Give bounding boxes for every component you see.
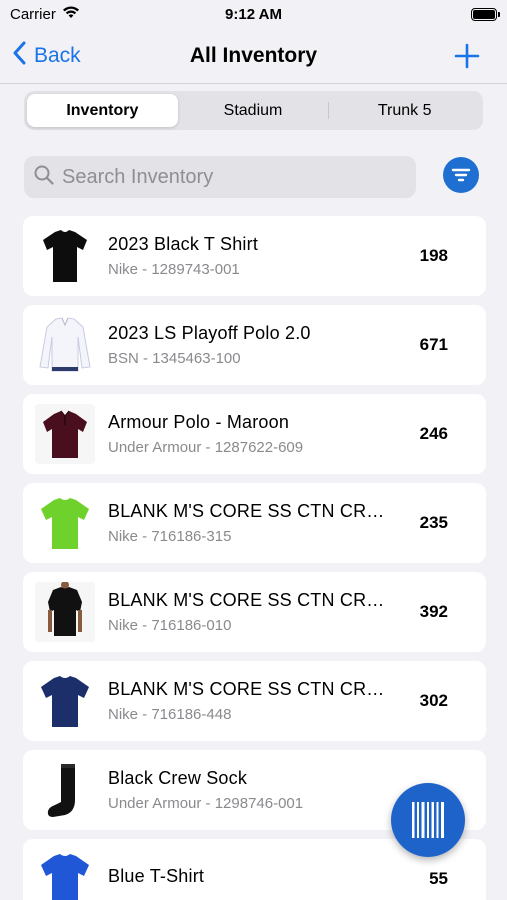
status-left: Carrier [10,5,80,23]
carrier-label: Carrier [10,5,56,23]
maroon-polo-icon [35,404,95,464]
inventory-row[interactable]: 2023 Black T Shirt Nike - 1289743-001 19… [23,216,486,296]
inventory-row[interactable]: BLANK M'S CORE SS CTN CRE... Nike - 7161… [23,661,486,741]
black-sock-icon [35,760,95,820]
add-button[interactable] [453,42,481,70]
item-name: 2023 LS Playoff Polo 2.0 [108,323,311,343]
filter-icon [451,168,471,182]
inventory-row[interactable]: BLANK M'S CORE SS CTN CRE... Nike - 7161… [23,483,486,563]
battery-icon [471,7,500,21]
page-title: All Inventory [189,43,318,67]
item-quantity: 235 [419,513,448,532]
item-quantity: 55 [429,869,448,888]
search-input[interactable] [62,165,416,189]
item-quantity: 392 [419,602,448,621]
item-quantity: 671 [419,335,448,354]
item-name: BLANK M'S CORE SS CTN CRE... [108,590,393,610]
search-bar [24,156,416,198]
scan-barcode-button[interactable] [391,783,465,857]
back-button[interactable]: Back [12,28,81,84]
black-tshirt-model-icon [35,582,95,642]
item-quantity: 198 [419,246,448,265]
tab-stadium[interactable]: Stadium [178,94,329,127]
search-icon [34,165,54,190]
status-bar: Carrier 9:12 AM [0,0,507,28]
tab-trunk-5[interactable]: Trunk 5 [329,94,480,127]
black-tshirt-icon [35,226,95,286]
navigation-bar: Back All Inventory [0,28,507,84]
barcode-icon [412,802,444,838]
item-name: Black Crew Sock [108,768,248,788]
item-quantity: 246 [419,424,448,443]
inventory-row[interactable]: Armour Polo - Maroon Under Armour - 1287… [23,394,486,474]
item-name: BLANK M'S CORE SS CTN CRE... [108,501,393,521]
inventory-row[interactable]: 2023 LS Playoff Polo 2.0 BSN - 1345463-1… [23,305,486,385]
inventory-row[interactable]: BLANK M'S CORE SS CTN CRE... Nike - 7161… [23,572,486,652]
navy-tshirt-icon [35,671,95,731]
item-name: Armour Polo - Maroon [108,412,290,432]
item-name: Blue T-Shirt [108,865,205,886]
tab-inventory[interactable]: Inventory [27,94,178,127]
plus-icon [454,43,480,69]
green-tshirt-icon [35,493,95,553]
item-name: BLANK M'S CORE SS CTN CRE... [108,679,393,699]
white-longsleeve-polo-icon [35,315,95,375]
wifi-icon [62,5,80,23]
blue-tshirt-icon [35,849,95,900]
segmented-control: Inventory Stadium Trunk 5 [24,91,483,130]
item-name: 2023 Black T Shirt [108,234,259,254]
back-label: Back [34,44,81,67]
filter-button[interactable] [443,157,479,193]
item-quantity: 302 [419,691,448,710]
chevron-left-icon [12,41,26,71]
